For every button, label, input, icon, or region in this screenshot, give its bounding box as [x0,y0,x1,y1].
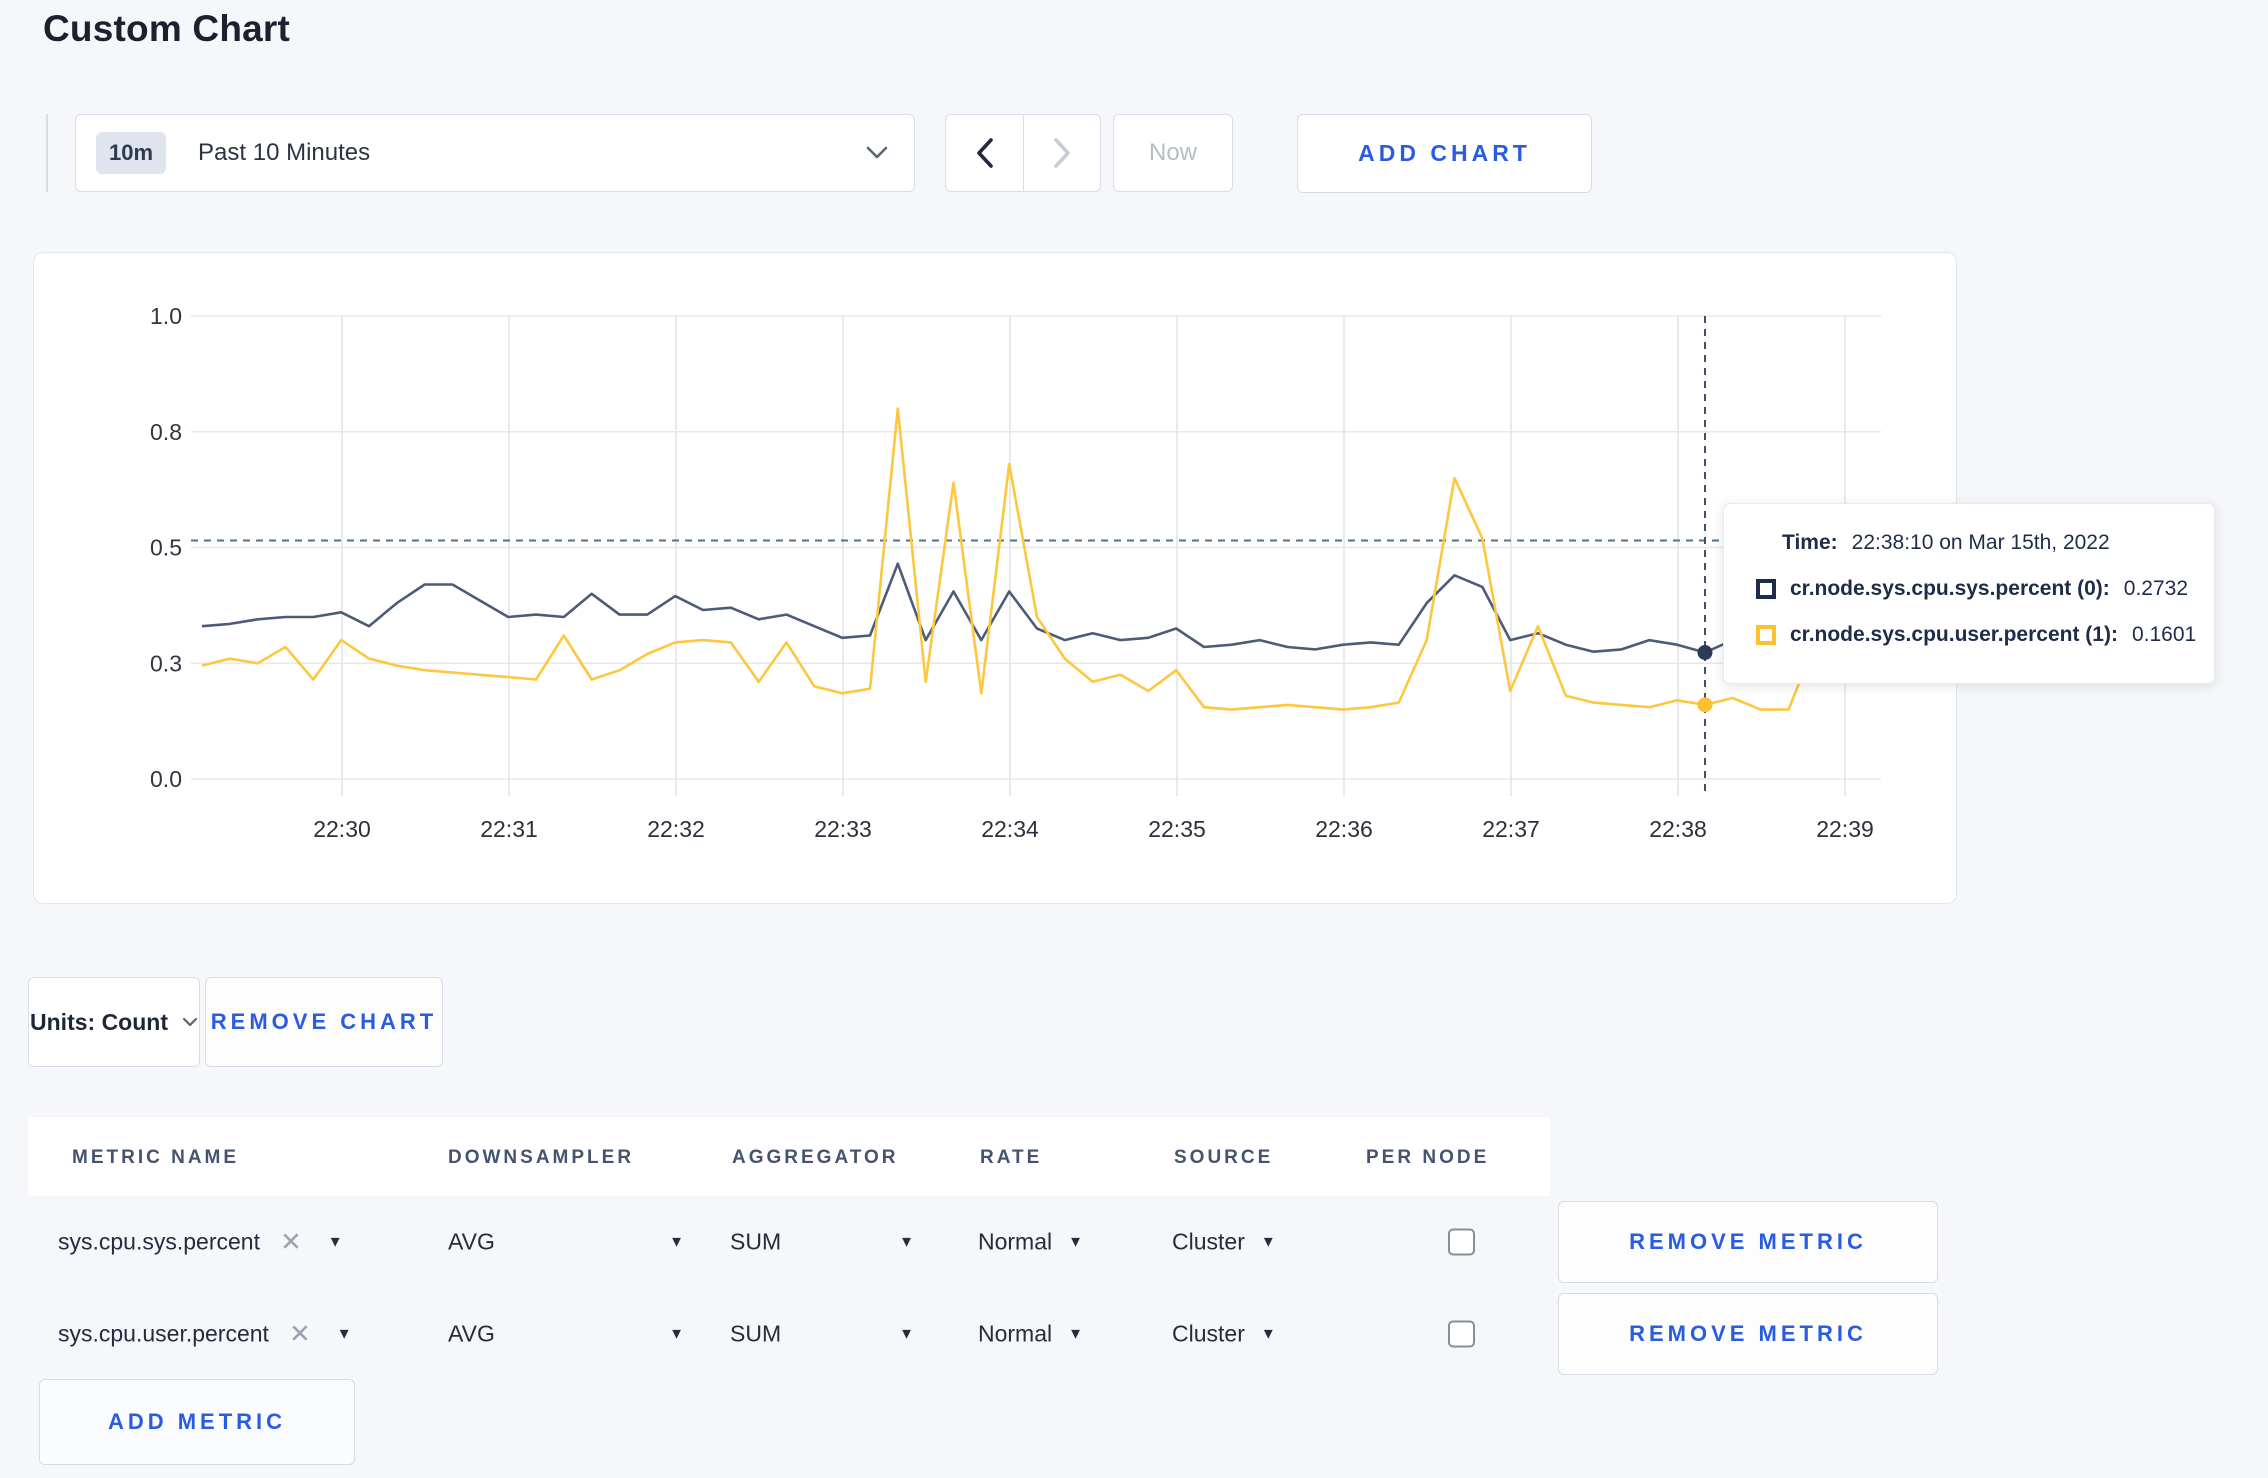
aggregator-select[interactable]: SUM ▼ [730,1229,914,1256]
downsampler-value: AVG [448,1320,495,1347]
now-button[interactable]: Now [1113,114,1233,192]
per-node-checkbox[interactable] [1448,1228,1475,1256]
clear-metric-icon[interactable]: ✕ [280,1227,302,1258]
caret-down-icon: ▼ [1260,1233,1276,1251]
source-select[interactable]: Cluster ▼ [1172,1321,1276,1348]
metric-name-select[interactable]: sys.cpu.user.percent ✕ ▼ [58,1319,352,1350]
tooltip-series-row: cr.node.sys.cpu.user.percent (1): 0.1601 [1756,623,2196,647]
chart-card: 0.0 0.3 0.5 0.8 1.0 22:30 22:31 22:32 22:33 22:34… [33,252,1957,904]
tooltip-series-row: cr.node.sys.cpu.sys.percent (0): 0.2732 [1756,577,2190,601]
metric-name-select[interactable]: sys.cpu.sys.percent ✕ ▼ [58,1227,343,1258]
chart-tooltip: Time: 22:38:10 on Mar 15th, 2022 cr.node… [1723,503,2215,684]
units-label: Units: Count [30,1008,168,1035]
svg-text:0.3: 0.3 [150,650,182,676]
metric-name-value: sys.cpu.user.percent [58,1320,269,1347]
caret-down-icon: ▼ [336,1325,352,1343]
downsampler-select[interactable]: AVG ▼ [448,1321,684,1348]
svg-text:22:33: 22:33 [814,816,872,842]
caret-down-icon: ▼ [899,1325,914,1343]
svg-text:22:34: 22:34 [981,816,1039,842]
svg-text:0.5: 0.5 [150,535,182,561]
aggregator-value: SUM [730,1228,782,1255]
col-header-downsampler: DOWNSAMPLER [448,1147,635,1168]
aggregator-value: SUM [730,1320,782,1347]
svg-text:0.8: 0.8 [150,419,182,445]
caret-down-icon: ▼ [1068,1325,1083,1343]
svg-text:22:36: 22:36 [1315,816,1373,842]
tooltip-series-value: 0.1601 [2131,623,2197,646]
caret-down-icon: ▼ [899,1233,914,1251]
col-header-metric-name: METRIC NAME [72,1147,240,1168]
svg-text:0.0: 0.0 [150,766,182,792]
chevron-right-icon [1053,137,1071,169]
tooltip-time-label: Time: [1782,531,1838,554]
toolbar-divider [46,114,48,192]
prev-time-button[interactable] [946,115,1023,191]
remove-metric-button[interactable]: REMOVE METRIC [1558,1201,1938,1283]
downsampler-select[interactable]: AVG ▼ [448,1229,684,1256]
per-node-checkbox[interactable] [1448,1320,1475,1348]
tooltip-series-label: cr.node.sys.cpu.user.percent (1): [1790,623,2118,646]
svg-text:22:35: 22:35 [1148,816,1206,842]
tooltip-series-value: 0.2732 [2123,577,2189,600]
chevron-down-icon [866,146,888,160]
caret-down-icon: ▼ [1260,1325,1276,1343]
svg-text:22:31: 22:31 [480,816,538,842]
col-header-rate: RATE [980,1147,1043,1168]
metric-table-row: sys.cpu.sys.percent ✕ ▼ AVG ▼ SUM ▼ Norm… [28,1196,1958,1288]
timeseries-chart[interactable]: 0.0 0.3 0.5 0.8 1.0 22:30 22:31 22:32 22:33 22:34… [34,253,1955,902]
units-dropdown[interactable]: Units: Count [28,977,200,1067]
rate-value: Normal [978,1228,1053,1255]
time-range-badge: 10m [96,132,167,174]
chevron-down-icon [182,1017,198,1027]
rate-select[interactable]: Normal ▼ [978,1229,1083,1256]
time-range-label: Past 10 Minutes [198,139,371,166]
series-swatch-icon [1756,625,1776,645]
col-header-aggregator: AGGREGATOR [732,1147,899,1168]
caret-down-icon: ▼ [1068,1233,1083,1251]
time-pager [945,114,1101,192]
add-chart-button[interactable]: ADD CHART [1297,114,1592,193]
col-header-per-node: PER NODE [1366,1147,1490,1168]
caret-down-icon: ▼ [669,1325,684,1343]
chevron-left-icon [976,137,994,169]
svg-text:22:32: 22:32 [647,816,705,842]
add-metric-button[interactable]: ADD METRIC [39,1379,355,1465]
metric-name-value: sys.cpu.sys.percent [58,1228,260,1255]
remove-metric-button[interactable]: REMOVE METRIC [1558,1293,1938,1375]
source-value: Cluster [1172,1320,1245,1347]
clear-metric-icon[interactable]: ✕ [289,1319,311,1350]
source-value: Cluster [1172,1228,1245,1255]
caret-down-icon: ▼ [669,1233,684,1251]
tooltip-time-value: 22:38:10 on Mar 15th, 2022 [1851,531,2110,554]
col-header-source: SOURCE [1174,1147,1274,1168]
downsampler-value: AVG [448,1228,495,1255]
next-time-button[interactable] [1023,115,1100,191]
aggregator-select[interactable]: SUM ▼ [730,1321,914,1348]
tooltip-series-label: cr.node.sys.cpu.sys.percent (0): [1790,577,2110,600]
rate-select[interactable]: Normal ▼ [978,1321,1083,1348]
time-range-dropdown[interactable]: 10m Past 10 Minutes [75,114,915,192]
source-select[interactable]: Cluster ▼ [1172,1229,1276,1256]
series-swatch-icon [1756,579,1776,599]
svg-text:22:37: 22:37 [1482,816,1540,842]
caret-down-icon: ▼ [327,1233,343,1251]
svg-text:22:30: 22:30 [313,816,371,842]
remove-chart-button[interactable]: REMOVE CHART [205,977,443,1067]
svg-text:22:39: 22:39 [1816,816,1874,842]
svg-text:22:38: 22:38 [1649,816,1707,842]
rate-value: Normal [978,1320,1053,1347]
svg-text:1.0: 1.0 [150,303,182,329]
metric-table-row: sys.cpu.user.percent ✕ ▼ AVG ▼ SUM ▼ Nor… [28,1288,1958,1380]
page-title: Custom Chart [43,8,291,49]
